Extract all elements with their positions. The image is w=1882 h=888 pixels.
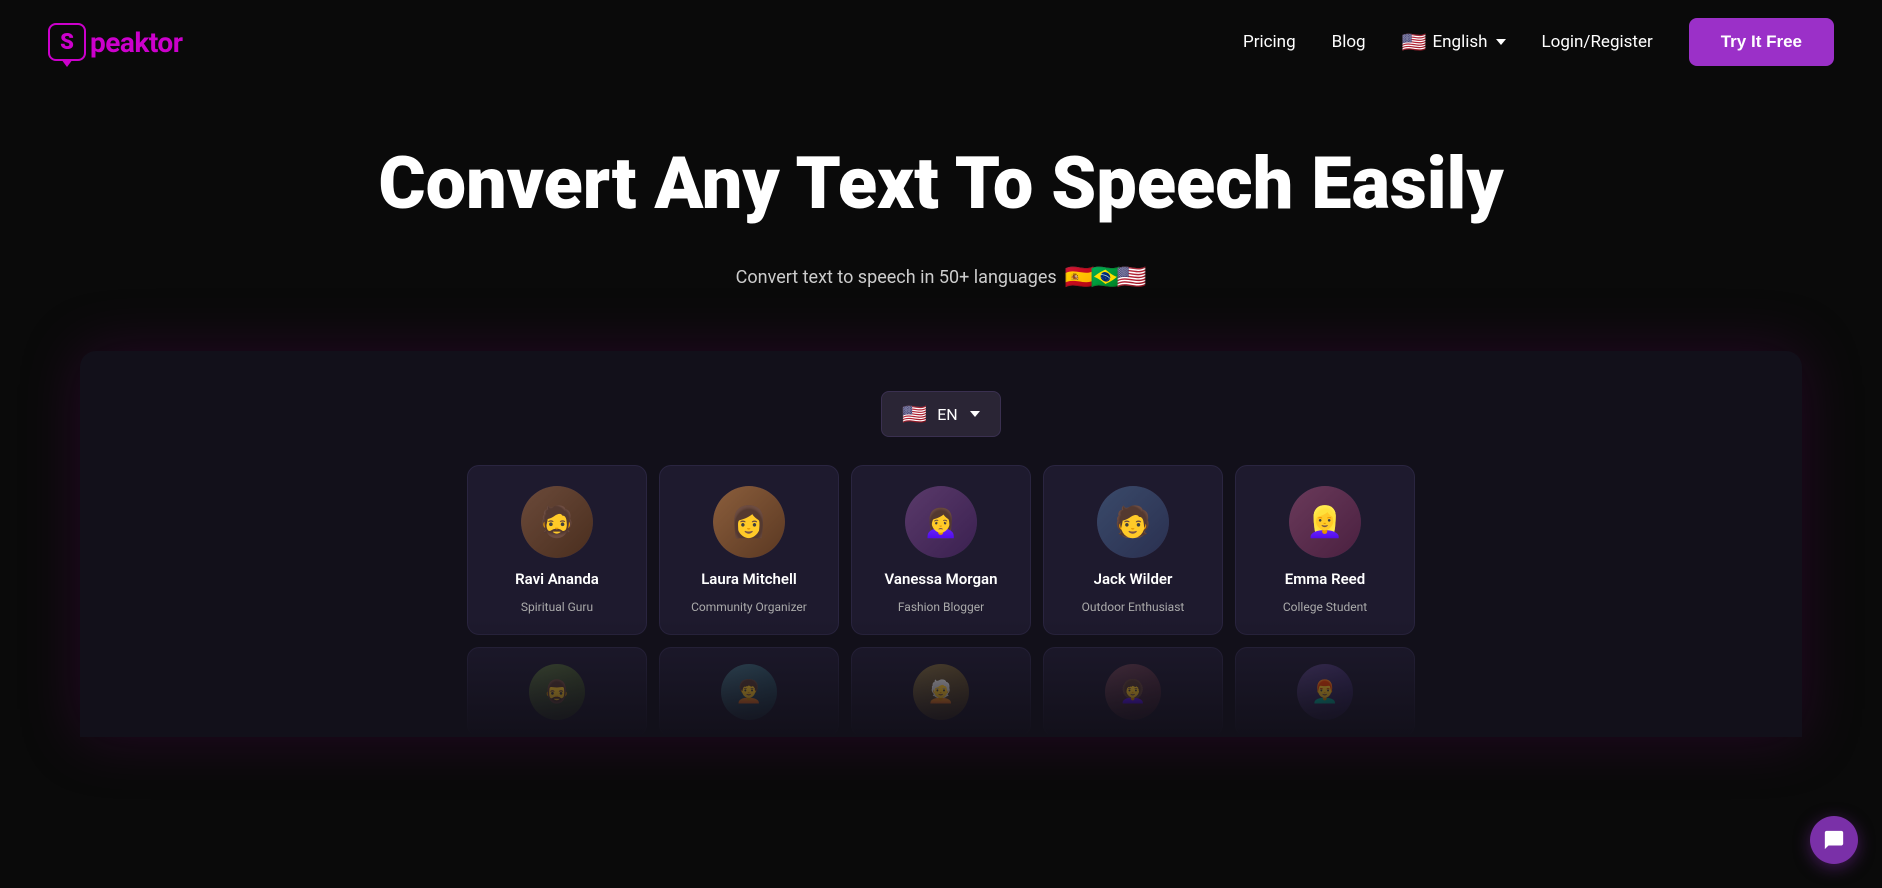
voice-name-2: Vanessa Morgan bbox=[885, 570, 998, 588]
navbar: S peaktor Pricing Blog 🇺🇸 English Login/… bbox=[0, 0, 1882, 84]
logo-name: peaktor bbox=[90, 26, 182, 59]
language-selector[interactable]: 🇺🇸 English bbox=[1402, 30, 1506, 54]
voice-card-ravi-ananda[interactable]: 🧔 Ravi Ananda Spiritual Guru bbox=[467, 465, 647, 635]
hero-section: Convert Any Text To Speech Easily Conver… bbox=[0, 84, 1882, 291]
login-register-link[interactable]: Login/Register bbox=[1542, 32, 1653, 52]
voice-name-0: Ravi Ananda bbox=[515, 570, 599, 588]
en-language-dropdown[interactable]: 🇺🇸 EN bbox=[881, 391, 1000, 437]
voice-name-4: Emma Reed bbox=[1285, 570, 1365, 588]
usa-flag-icon: 🇺🇸 bbox=[1116, 263, 1146, 291]
voice-cards-row-1: 🧔 Ravi Ananda Spiritual Guru 👩 Laura Mitchel… bbox=[120, 465, 1762, 635]
voice-role-1: Community Organizer bbox=[691, 600, 807, 614]
app-panel: 🇺🇸 EN 🧔 Ravi Ananda Spiritual Guru 👩 Laura M… bbox=[80, 351, 1802, 737]
voice-role-4: College Student bbox=[1283, 600, 1367, 614]
en-flag-icon: 🇺🇸 bbox=[902, 402, 927, 426]
voice-card-laura-mitchell[interactable]: 👩 Laura Mitchell Community Organizer bbox=[659, 465, 839, 635]
avatar-0: 🧔 bbox=[521, 486, 593, 558]
waveform-container: 🇺🇸 EN 🧔 Ravi Ananda Spiritual Guru 👩 Laura M… bbox=[0, 351, 1882, 737]
chat-icon bbox=[1823, 829, 1845, 851]
voice-role-3: Outdoor Enthusiast bbox=[1082, 600, 1185, 614]
gradient-overlay bbox=[80, 617, 1802, 737]
us-flag-icon: 🇺🇸 bbox=[1402, 30, 1427, 54]
chat-widget-button[interactable] bbox=[1810, 816, 1858, 864]
chevron-down-icon bbox=[1496, 39, 1506, 45]
subtitle-text: Convert text to speech in 50+ languages bbox=[736, 267, 1057, 288]
voice-card-jack-wilder[interactable]: 🧑 Jack Wilder Outdoor Enthusiast bbox=[1043, 465, 1223, 635]
voice-card-emma-reed[interactable]: 👱‍♀️ Emma Reed College Student bbox=[1235, 465, 1415, 635]
en-chevron-down-icon bbox=[970, 411, 980, 417]
logo-icon: S bbox=[48, 23, 86, 61]
voice-name-3: Jack Wilder bbox=[1094, 570, 1173, 588]
try-free-button[interactable]: Try It Free bbox=[1689, 18, 1834, 66]
blog-link[interactable]: Blog bbox=[1332, 32, 1366, 52]
voice-role-2: Fashion Blogger bbox=[898, 600, 984, 614]
nav-links: Pricing Blog 🇺🇸 English Login/Register T… bbox=[1243, 18, 1834, 66]
avatar-2: 🙍‍♀️ bbox=[905, 486, 977, 558]
hero-subtitle: Convert text to speech in 50+ languages … bbox=[48, 263, 1834, 291]
lang-selector-row: 🇺🇸 EN bbox=[120, 391, 1762, 437]
avatar-4: 👱‍♀️ bbox=[1289, 486, 1361, 558]
flag-group: 🇪🇸 🇧🇷 🇺🇸 bbox=[1069, 263, 1147, 291]
avatar-3: 🧑 bbox=[1097, 486, 1169, 558]
avatar-1: 👩 bbox=[713, 486, 785, 558]
voice-name-1: Laura Mitchell bbox=[701, 570, 797, 588]
pricing-link[interactable]: Pricing bbox=[1243, 32, 1296, 52]
logo[interactable]: S peaktor bbox=[48, 23, 182, 61]
hero-title: Convert Any Text To Speech Easily bbox=[341, 144, 1541, 223]
voice-role-0: Spiritual Guru bbox=[521, 600, 593, 614]
logo-letter: S bbox=[60, 30, 74, 55]
en-lang-label: EN bbox=[937, 405, 958, 424]
voice-card-vanessa-morgan[interactable]: 🙍‍♀️ Vanessa Morgan Fashion Blogger bbox=[851, 465, 1031, 635]
language-label: English bbox=[1433, 32, 1488, 52]
